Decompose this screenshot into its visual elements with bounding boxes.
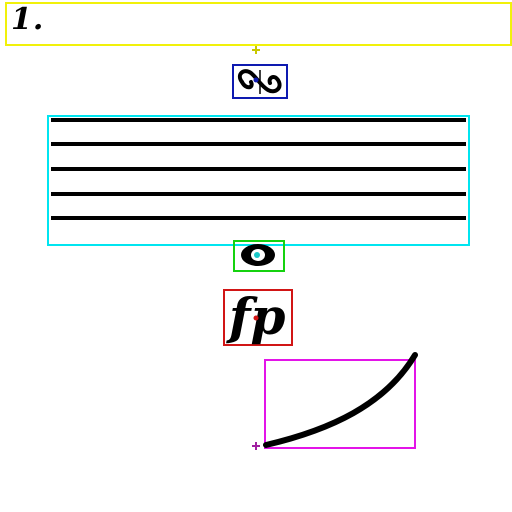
slur-anchor-marker [252, 442, 260, 450]
notehead-icon [241, 244, 275, 266]
slur-box [264, 359, 416, 449]
dynamic-box: fp [223, 287, 293, 346]
turn-ornament-icon [237, 69, 282, 94]
staff-line [51, 142, 466, 146]
notehead-box [233, 240, 285, 272]
staff-line [51, 192, 466, 196]
measure-number-box: 1. [5, 2, 512, 46]
measure-number: 1. [11, 2, 45, 37]
measure-anchor-marker [252, 46, 260, 54]
staff-line [51, 216, 466, 220]
staff-box [47, 115, 470, 246]
staff-line [51, 118, 466, 122]
dynamic-marking: fp [229, 287, 286, 346]
turn-ornament-box [232, 64, 288, 99]
staff-line [51, 167, 466, 171]
